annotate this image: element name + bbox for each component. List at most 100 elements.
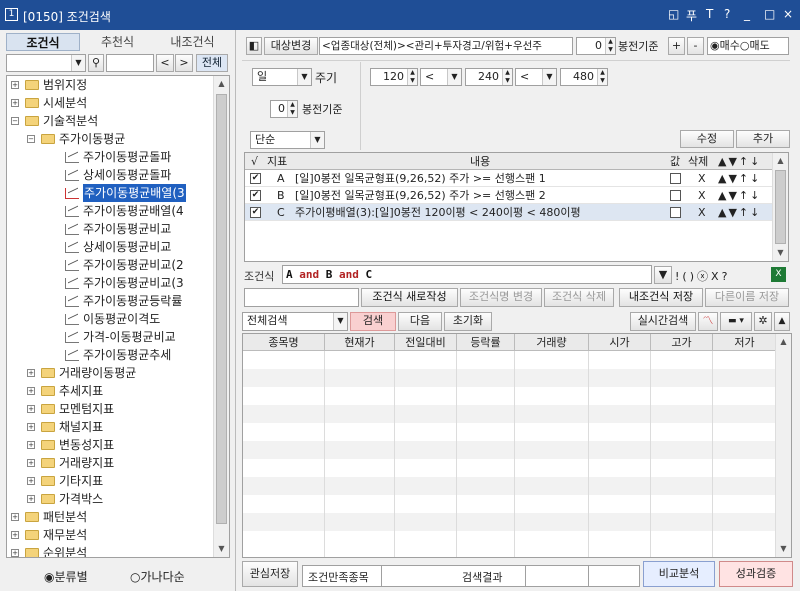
scroll-down-icon[interactable]: ▼ [214, 541, 229, 557]
bong-spinner[interactable]: 0 ▲ ▼ [576, 37, 616, 55]
save-condition-button[interactable]: 내조건식 저장 [619, 288, 703, 307]
radio-category[interactable]: ◉분류별 [44, 568, 88, 585]
scroll-up-icon[interactable]: ▲ [773, 153, 788, 169]
link-icon[interactable]: 푸 [686, 7, 697, 24]
delete-row-icon[interactable]: X [698, 170, 706, 187]
table-row-selected[interactable]: ✔ C 주가이평배열(3):[일]0봉전 120이평 < 240이평 < 480… [245, 204, 775, 221]
col-header[interactable]: 고가 [651, 334, 713, 351]
chevron-down-icon: ▼ [542, 69, 556, 85]
result-scrollbar[interactable]: ▲ ▼ [775, 334, 791, 557]
search-button[interactable]: 검색 [350, 312, 396, 331]
verify-performance-button[interactable]: 성과검증 [719, 561, 793, 587]
value-checkbox[interactable] [670, 190, 681, 201]
chart-icon[interactable]: 〽 [698, 312, 718, 331]
rename-condition-button[interactable]: 조건식명 변경 [460, 288, 542, 307]
tree-scrollbar[interactable]: ▲ ▼ [213, 76, 229, 557]
view-options-icon[interactable]: ▬ ▾ [720, 312, 752, 331]
chart-icon [65, 170, 79, 181]
col-header[interactable]: 등락률 [457, 334, 515, 351]
row-move-arrows[interactable]: ▲▼↑↓ [718, 204, 761, 221]
category-select[interactable]: ▼ [6, 54, 86, 72]
period-select[interactable]: 일 ▼ [252, 68, 312, 86]
row-checkbox[interactable]: ✔ [250, 190, 261, 201]
col-header[interactable]: 종목명 [243, 334, 325, 351]
minimize-icon[interactable]: _ [744, 7, 750, 21]
ma1-spinner[interactable]: 120 ▲ ▼ [370, 68, 418, 86]
close-icon[interactable]: × [783, 7, 793, 21]
condition-name-input[interactable] [244, 288, 359, 307]
search-input[interactable] [106, 54, 154, 72]
help-icon[interactable]: ? [724, 7, 730, 21]
reset-button[interactable]: 초기화 [444, 312, 492, 331]
excel-icon[interactable]: X [771, 267, 786, 282]
chart-icon [65, 224, 79, 235]
search-scope-select[interactable]: 전체검색 ▼ [242, 312, 348, 331]
next-button[interactable]: > [175, 54, 193, 72]
period-label: 주기 [315, 71, 338, 85]
col-header[interactable]: 거래량 [515, 334, 589, 351]
table-row[interactable]: ✔ B [일]0봉전 일목균형표(9,26,52) 주가 >= 선행스팬 2 X… [245, 187, 775, 204]
minus-button[interactable]: - [687, 37, 704, 55]
radio-alpha[interactable]: ○가나다순 [130, 568, 185, 585]
row-checkbox[interactable]: ✔ [250, 207, 261, 218]
next-results-button[interactable]: 다음 [398, 312, 442, 331]
delete-row-icon[interactable]: X [698, 187, 706, 204]
panel-toggle-icon[interactable]: ◧ [246, 37, 262, 55]
font-icon[interactable]: T [706, 7, 713, 21]
scroll-down-icon[interactable]: ▼ [773, 245, 788, 261]
plus-button[interactable]: + [668, 37, 685, 55]
condition-scrollbar[interactable]: ▲ ▼ [772, 153, 788, 261]
gear-icon[interactable]: ✲ [754, 312, 772, 331]
prev-button[interactable]: < [156, 54, 174, 72]
scroll-up-icon[interactable]: ▲ [776, 334, 791, 350]
all-button[interactable]: 전체 [196, 54, 228, 72]
op1-select[interactable]: < ▼ [420, 68, 462, 86]
scroll-thumb[interactable] [216, 94, 227, 524]
buy-sell-toggle[interactable]: ◉매수○매도 [707, 37, 789, 55]
ma2-spinner[interactable]: 240 ▲ ▼ [465, 68, 513, 86]
row-checkbox[interactable]: ✔ [250, 173, 261, 184]
target-filter-field[interactable]: <업종대상(전체)><관리+투자경고/위험+우선주 [319, 37, 573, 55]
row-move-arrows[interactable]: ▲▼↑↓ [718, 187, 761, 204]
col-header[interactable]: 현재가 [325, 334, 395, 351]
left-tabs: 조건식 추천식 내조건식 [6, 33, 230, 51]
tab-my-conditions[interactable]: 내조건식 [155, 33, 230, 51]
scroll-down-icon[interactable]: ▼ [776, 541, 791, 557]
col-header[interactable]: 시가 [589, 334, 651, 351]
scroll-thumb[interactable] [775, 170, 786, 244]
col-header[interactable]: 저가 [713, 334, 777, 351]
delete-condition-button[interactable]: 조건식 삭제 [544, 288, 614, 307]
value-checkbox[interactable] [670, 173, 681, 184]
param-bong-spinner[interactable]: 0 ▲ ▼ [270, 100, 298, 118]
ma-type-select[interactable]: 단순 ▼ [250, 131, 325, 149]
formula-operators[interactable]: !()ⓧX? [675, 268, 730, 284]
collapse-up-icon[interactable]: ▲ [774, 312, 790, 331]
op2-select[interactable]: < ▼ [515, 68, 557, 86]
table-row[interactable]: ✔ A [일]0봉전 일목균형표(9,26,52) 주가 >= 선행스팬 1 X… [245, 170, 775, 187]
modify-button[interactable]: 수정 [680, 130, 734, 148]
tab-recommended[interactable]: 추천식 [80, 33, 155, 51]
scroll-up-icon[interactable]: ▲ [214, 76, 229, 92]
ma3-spinner[interactable]: 480 ▲ ▼ [560, 68, 608, 86]
add-button[interactable]: 추가 [736, 130, 790, 148]
new-condition-button[interactable]: 조건식 새로작성 [361, 288, 458, 307]
chart-icon [65, 278, 79, 289]
chart-icon [65, 332, 79, 343]
search-icon[interactable]: ⚲ [88, 54, 104, 72]
delete-row-icon[interactable]: X [698, 204, 706, 221]
col-line [325, 351, 395, 557]
save-as-button[interactable]: 다른이름 저장 [705, 288, 789, 307]
target-change-button[interactable]: 대상변경 [264, 37, 318, 55]
row-move-arrows[interactable]: ▲▼↑↓ [718, 170, 761, 187]
tab-conditions[interactable]: 조건식 [6, 33, 80, 51]
formula-input[interactable]: A and B and C [282, 265, 652, 284]
value-checkbox[interactable] [670, 207, 681, 218]
bong-label: 봉전기준 [618, 40, 659, 53]
realtime-search-button[interactable]: 실시간검색 [630, 312, 696, 331]
save-interest-button[interactable]: 관심저장 [242, 561, 298, 587]
maximize-icon[interactable]: □ [764, 7, 775, 21]
col-header[interactable]: 전일대비 [395, 334, 457, 351]
compare-analysis-button[interactable]: 비교분석 [643, 561, 715, 587]
formula-dropdown-icon[interactable]: ▼ [654, 266, 672, 284]
pin-icon[interactable]: ◱ [668, 7, 679, 21]
